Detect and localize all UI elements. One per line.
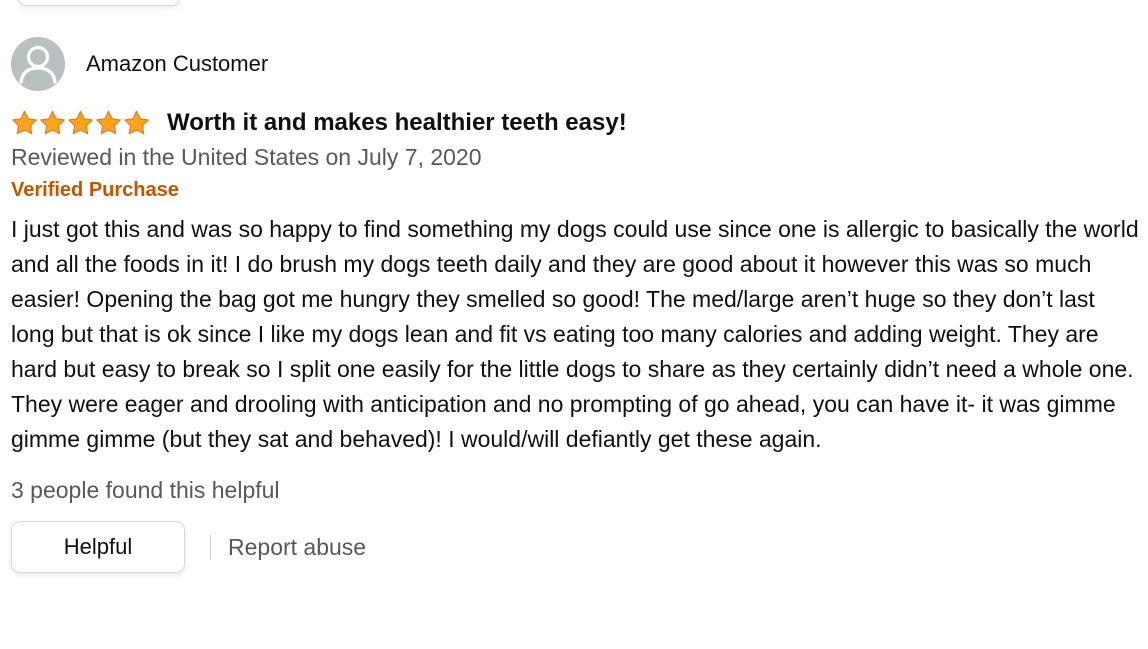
helpful-count: 3 people found this helpful: [11, 477, 280, 503]
star-icon: [39, 110, 66, 136]
verified-purchase-badge[interactable]: Verified Purchase: [11, 175, 1141, 205]
review-title[interactable]: Worth it and makes healthier teeth easy!: [167, 109, 627, 137]
review-actions: Helpful Report abuse: [11, 521, 1141, 573]
star-icon: [95, 110, 122, 136]
helpful-button[interactable]: Helpful: [11, 521, 185, 573]
star-icon: [123, 110, 150, 136]
previous-button-edge: [18, 0, 180, 6]
star-icon: [67, 110, 94, 136]
report-abuse-link[interactable]: Report abuse: [228, 534, 366, 561]
review-profile[interactable]: Amazon Customer: [11, 36, 1141, 92]
divider: [210, 535, 211, 559]
review-date: Reviewed in the United States on July 7,…: [11, 144, 482, 170]
star-rating[interactable]: [11, 110, 151, 136]
review-body: I just got this and was so happy to find…: [11, 216, 1139, 452]
profile-name[interactable]: Amazon Customer: [86, 51, 268, 77]
avatar-icon: [11, 37, 65, 91]
customer-review: Amazon Customer Worth it and makes healt…: [11, 36, 1141, 573]
star-icon: [11, 110, 38, 136]
